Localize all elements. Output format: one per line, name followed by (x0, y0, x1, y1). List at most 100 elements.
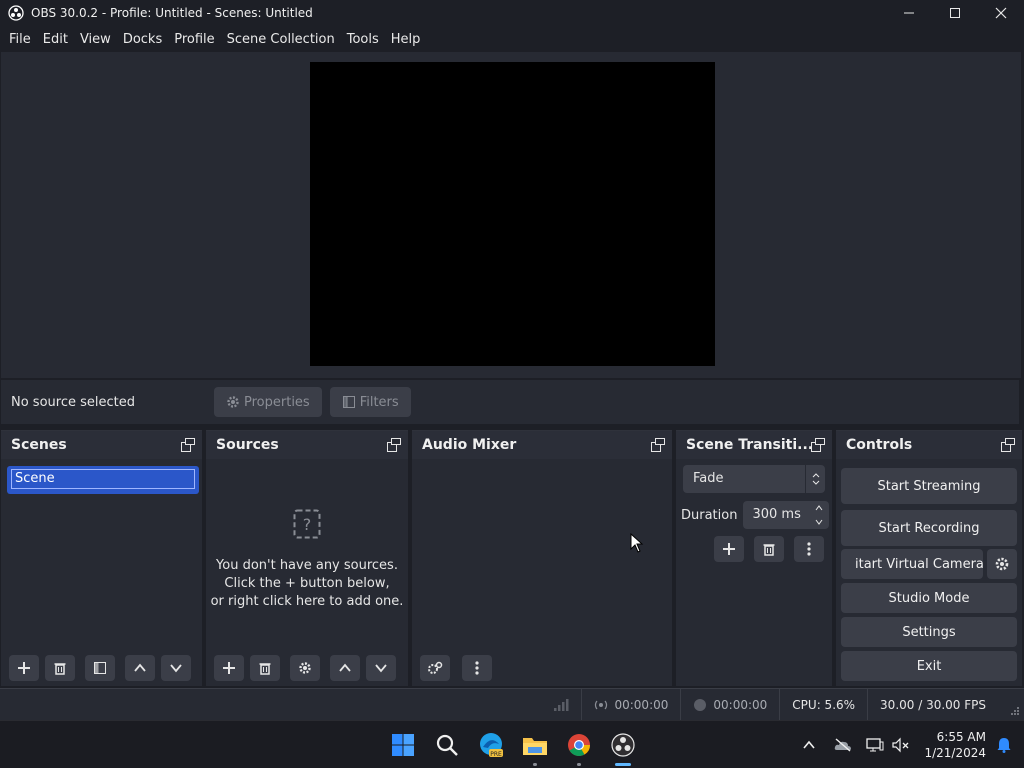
studio-mode-button[interactable]: Studio Mode (841, 583, 1017, 613)
virtual-camera-settings-button[interactable] (987, 549, 1017, 579)
stream-time: 00:00:00 (581, 688, 680, 721)
obs-icon[interactable] (609, 731, 637, 759)
source-status: No source selected (11, 394, 135, 410)
move-scene-up-button[interactable] (125, 655, 155, 681)
gears-icon (428, 661, 443, 674)
start-streaming-button[interactable]: Start Streaming (841, 468, 1017, 504)
close-button[interactable] (978, 0, 1024, 26)
chevron-up-icon (134, 663, 146, 672)
menu-docks[interactable]: Docks (117, 32, 168, 47)
title-bar: OBS 30.0.2 - Profile: Untitled - Scenes:… (0, 0, 1024, 26)
menu-bar: File Edit View Docks Profile Scene Colle… (0, 26, 1024, 52)
duration-spinbox[interactable]: 300 ms (743, 501, 830, 529)
start-recording-button[interactable]: Start Recording (841, 510, 1017, 546)
folder-icon[interactable] (521, 731, 549, 759)
exit-button[interactable]: Exit (841, 651, 1017, 681)
undock-icon[interactable] (810, 437, 826, 453)
minimize-button[interactable] (886, 0, 932, 26)
transition-select[interactable]: Fade (683, 465, 825, 493)
signal-bars-icon (554, 698, 569, 711)
plus-icon (723, 543, 735, 555)
controls-dock: Controls Start Streaming Start Recording… (836, 430, 1022, 686)
svg-text:?: ? (303, 515, 312, 534)
menu-profile[interactable]: Profile (168, 32, 220, 47)
clock[interactable]: 6:55 AM 1/21/2024 (924, 729, 986, 761)
chrome-icon[interactable] (565, 731, 593, 759)
sources-dock-header: Sources (206, 431, 408, 459)
menu-file[interactable]: File (3, 32, 37, 47)
move-source-down-button[interactable] (366, 655, 396, 681)
gear-icon (299, 662, 311, 674)
transition-menu-button[interactable] (794, 536, 824, 562)
trash-icon (54, 663, 66, 675)
network-icon[interactable] (866, 737, 884, 753)
gear-icon (227, 396, 239, 408)
advanced-audio-button[interactable] (420, 655, 450, 681)
undock-icon[interactable] (1000, 437, 1016, 453)
move-scene-down-button[interactable] (161, 655, 191, 681)
plus-icon (18, 662, 30, 674)
add-source-button[interactable] (214, 655, 244, 681)
menu-scene-collection[interactable]: Scene Collection (221, 32, 341, 47)
taskbar: PRE 6:55 AM 1/21/2024 (0, 720, 1024, 768)
audio-mixer-dock-header: Audio Mixer (412, 431, 672, 459)
maximize-button[interactable] (932, 0, 978, 26)
move-source-up-button[interactable] (330, 655, 360, 681)
add-scene-button[interactable] (9, 655, 39, 681)
preview-canvas[interactable] (310, 62, 715, 366)
volume-muted-icon[interactable] (892, 737, 910, 753)
svg-text:PRE: PRE (490, 751, 502, 758)
sources-toolbar (206, 650, 408, 686)
settings-button[interactable]: Settings (841, 617, 1017, 647)
scene-filters-button[interactable] (85, 655, 115, 681)
windows-start-icon[interactable] (389, 731, 417, 759)
network-status (541, 689, 581, 721)
audio-mixer-dock: Audio Mixer (412, 430, 672, 686)
onedrive-offline-icon[interactable] (834, 738, 852, 752)
menu-help[interactable]: Help (385, 32, 427, 47)
empty-sources-message: ? You don't have any sources. Click the … (206, 509, 408, 611)
remove-transition-button[interactable] (754, 536, 784, 562)
running-indicator (577, 763, 581, 766)
resize-grip-icon[interactable] (1010, 706, 1020, 716)
scenes-dock: Scenes Scene (1, 430, 202, 686)
notification-bell-icon[interactable] (996, 737, 1012, 753)
undock-icon[interactable] (386, 437, 402, 453)
source-properties-button[interactable] (290, 655, 320, 681)
scene-list-item[interactable]: Scene (7, 466, 199, 494)
running-indicator (533, 763, 537, 766)
undock-icon[interactable] (180, 437, 196, 453)
remove-scene-button[interactable] (45, 655, 75, 681)
transition-toolbar (714, 536, 824, 562)
audio-mixer-menu-button[interactable] (462, 655, 492, 681)
spin-arrows-icon[interactable] (811, 503, 827, 527)
sources-dock[interactable]: Sources ? You don't have any sources. Cl… (206, 430, 408, 686)
window-title: OBS 30.0.2 - Profile: Untitled - Scenes:… (31, 6, 313, 20)
scene-transitions-dock: Scene Transiti... Fade Duration 300 ms (630, 430, 832, 686)
active-indicator (615, 763, 631, 766)
filter-icon (94, 662, 106, 674)
select-arrows-icon (805, 465, 825, 493)
scene-transitions-dock-header: Scene Transiti... (676, 431, 832, 459)
remove-source-button[interactable] (250, 655, 280, 681)
controls-dock-header: Controls (836, 431, 1022, 459)
scenes-toolbar (1, 650, 202, 686)
menu-view[interactable]: View (74, 32, 117, 47)
system-tray: 6:55 AM 1/21/2024 (802, 721, 1024, 768)
edge-dev-icon[interactable]: PRE (477, 731, 505, 759)
record-dot-icon (694, 698, 707, 711)
trash-icon (259, 663, 271, 675)
search-icon[interactable] (433, 731, 461, 759)
filter-icon (342, 396, 355, 408)
question-icon: ? (293, 509, 321, 539)
chevron-up-icon[interactable] (802, 738, 816, 752)
menu-edit[interactable]: Edit (37, 32, 74, 47)
start-virtual-camera-button[interactable]: itart Virtual Camera (841, 549, 983, 579)
filters-button[interactable]: Filters (329, 387, 411, 417)
menu-tools[interactable]: Tools (341, 32, 385, 47)
kebab-menu-icon (807, 542, 811, 556)
properties-button[interactable]: Properties (214, 387, 322, 417)
source-toolbar: No source selected Properties Filters (1, 380, 1019, 424)
add-transition-button[interactable] (714, 536, 744, 562)
undock-icon[interactable] (650, 437, 666, 453)
